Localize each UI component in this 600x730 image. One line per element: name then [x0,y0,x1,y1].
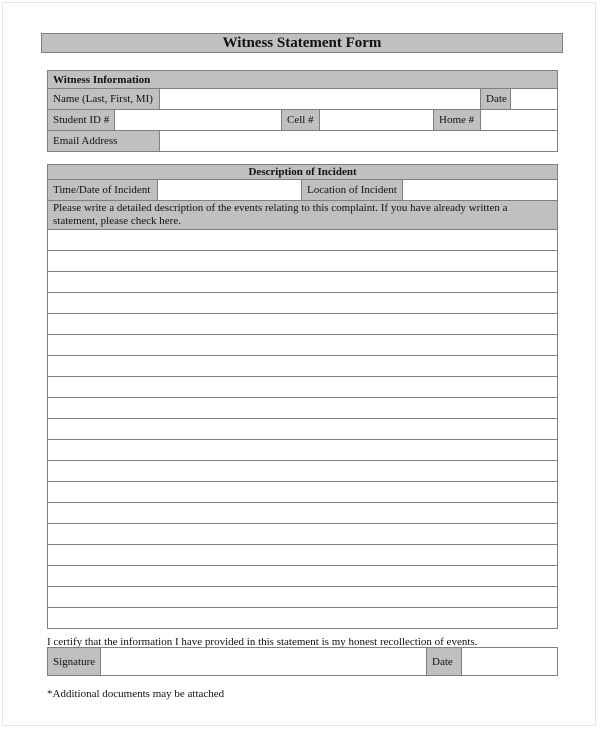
description-line[interactable] [46,544,559,566]
description-line[interactable] [46,565,559,587]
description-line[interactable] [46,586,559,608]
description-line[interactable] [46,523,559,545]
cell-label: Cell # [281,109,320,131]
description-line-row [46,292,559,314]
description-line[interactable] [46,460,559,482]
description-line-row [46,523,559,545]
description-line-row [46,586,559,608]
description-line[interactable] [46,292,559,314]
location-label: Location of Incident [301,179,403,201]
home-label: Home # [433,109,481,131]
description-line[interactable] [46,271,559,293]
email-label: Email Address [47,130,160,152]
description-line-row [46,460,559,482]
description-instructions: Please write a detailed description of t… [46,200,559,230]
description-line-row [46,418,559,440]
signature-date-field[interactable] [461,647,558,676]
form-title: Witness Statement Form [41,33,563,53]
description-line-row [46,250,559,272]
description-line-row [46,439,559,461]
date-label: Date [480,88,511,110]
description-line-row [46,607,559,629]
description-line-row [46,271,559,293]
signature-field[interactable] [100,647,427,676]
description-line[interactable] [46,229,559,251]
description-line[interactable] [46,607,559,629]
name-field[interactable] [159,88,481,110]
email-field[interactable] [158,130,559,152]
signature-date-label: Date [426,647,462,676]
description-line-row [46,565,559,587]
description-line-row [46,397,559,419]
witness-information-table: Witness Information Name (Last, First, M… [46,70,559,152]
description-line-row [46,355,559,377]
description-line[interactable] [46,439,559,461]
student-id-field[interactable] [114,109,282,131]
description-line-row [46,376,559,398]
date-field[interactable] [509,88,559,110]
time-date-field[interactable] [157,179,302,201]
home-field[interactable] [479,109,559,131]
description-line[interactable] [46,313,559,335]
signature-table: Signature Date [47,647,558,676]
description-line[interactable] [46,376,559,398]
cell-field[interactable] [319,109,434,131]
description-line[interactable] [46,250,559,272]
signature-label: Signature [47,647,101,676]
description-line-row [46,502,559,524]
description-line[interactable] [46,481,559,503]
description-line-row [46,313,559,335]
witness-information-header: Witness Information [46,70,559,89]
description-line-row [46,334,559,356]
location-field[interactable] [401,179,559,201]
description-line-row [46,229,559,251]
name-label: Name (Last, First, MI) [47,88,160,110]
description-line-row [46,481,559,503]
description-line[interactable] [46,502,559,524]
description-line[interactable] [46,355,559,377]
description-line[interactable] [46,334,559,356]
description-line[interactable] [46,397,559,419]
incident-header: Description of Incident [46,164,559,180]
footnote: *Additional documents may be attached [47,688,225,700]
student-id-label: Student ID # [47,109,115,131]
incident-description-table: Description of Incident Time/Date of Inc… [46,164,559,629]
time-date-label: Time/Date of Incident [47,179,158,201]
description-line[interactable] [46,418,559,440]
description-line-row [46,544,559,566]
